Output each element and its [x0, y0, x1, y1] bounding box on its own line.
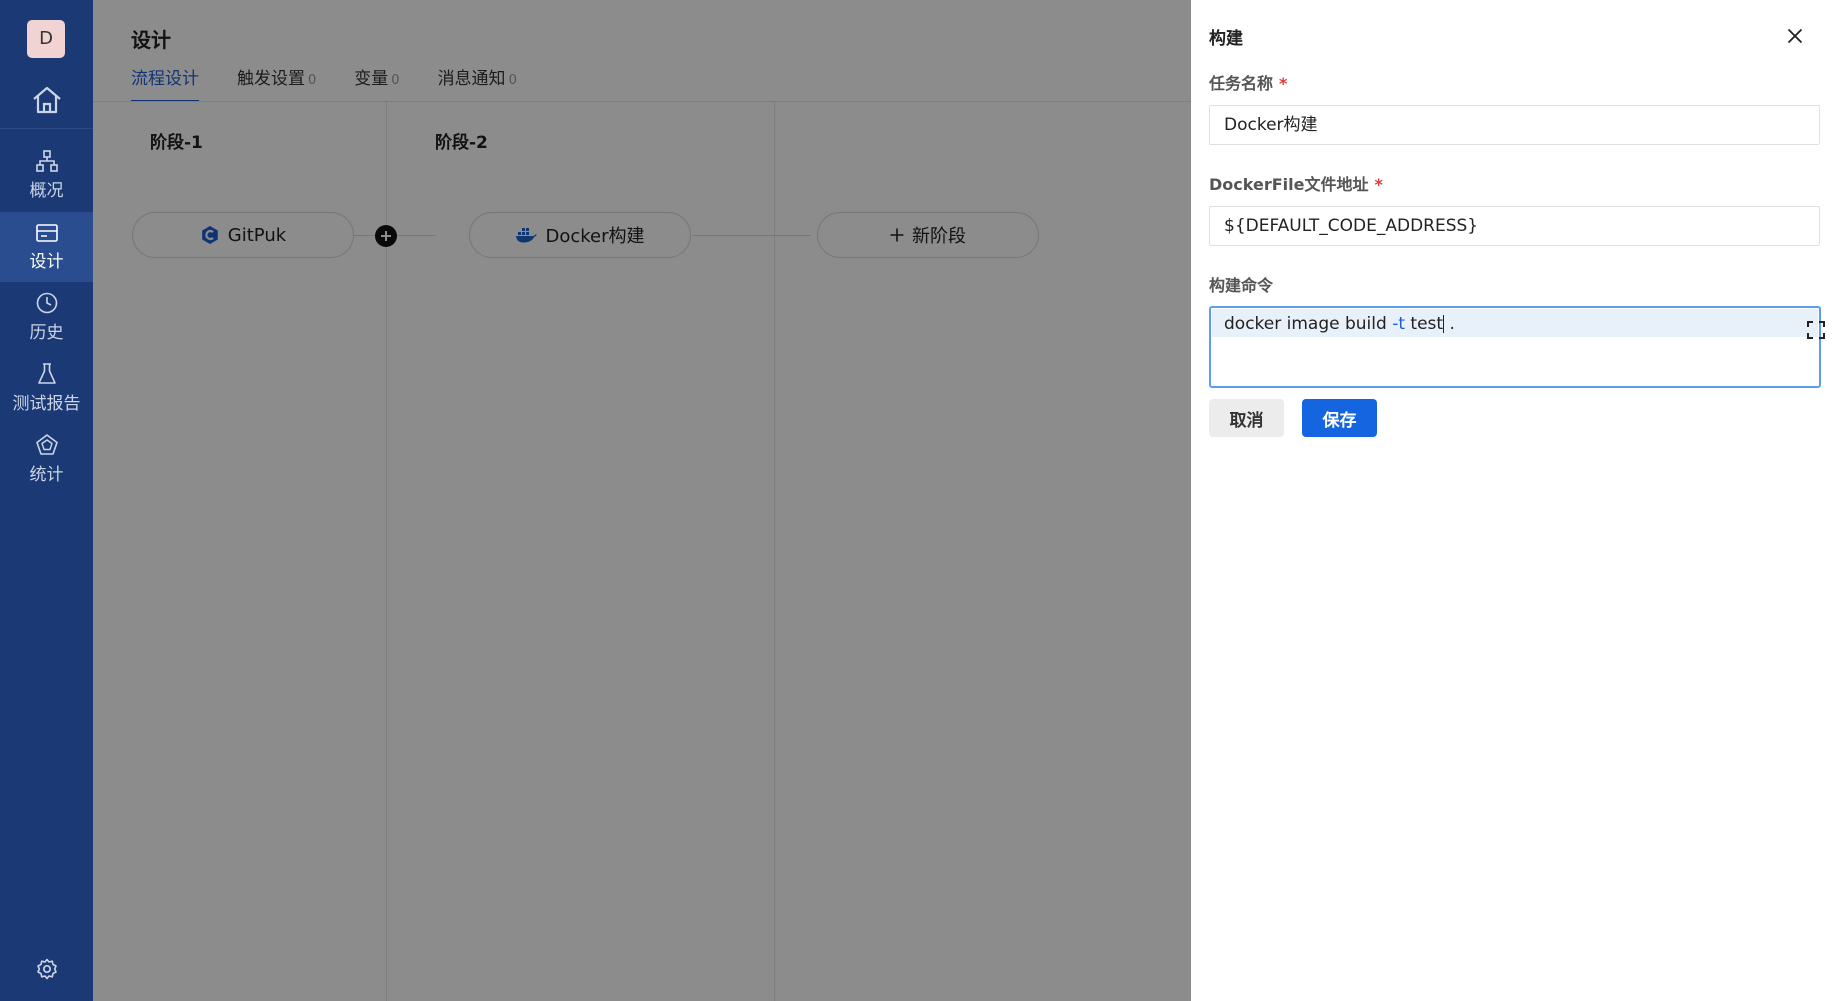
build-command-label: 构建命令 — [1209, 276, 1274, 295]
sidebar-item-label: 历史 — [29, 323, 64, 343]
home-icon — [32, 86, 61, 114]
sidebar-item-statistics[interactable]: 统计 — [0, 424, 93, 494]
required-mark: * — [1279, 74, 1288, 93]
task-config-drawer: 构建 任务名称 * Docker构建 DockerFile文件地址 * ${DEFA… — [1191, 0, 1839, 1001]
sidebar-item-test-report[interactable]: 测试报告 — [0, 353, 93, 423]
sidebar-item-history[interactable]: 历史 — [0, 282, 93, 352]
sidebar-item-overview[interactable]: 概况 — [0, 140, 93, 210]
code-line: docker image build -t test . — [1212, 309, 1818, 337]
sidebar-item-design[interactable]: 设计 — [0, 212, 93, 282]
sidebar-item-label: 测试报告 — [12, 394, 81, 414]
dockerfile-path-label: DockerFile文件地址 * — [1209, 175, 1383, 194]
close-icon — [1787, 28, 1803, 44]
layout-card-icon — [35, 224, 58, 242]
sidebar-item-label: 概况 — [29, 181, 64, 201]
sidebar-item-label: 设计 — [29, 252, 64, 272]
task-name-input[interactable]: Docker构建 — [1209, 105, 1820, 145]
pentagon-chart-icon — [35, 434, 58, 455]
sidebar-item-label: 统计 — [29, 465, 64, 485]
fullscreen-button[interactable] — [1806, 320, 1826, 340]
required-mark: * — [1374, 175, 1383, 194]
sidebar: D 概况 设计 历史 测试报告 统计 — [0, 0, 93, 1001]
close-button[interactable] — [1783, 24, 1807, 48]
settings-button[interactable] — [30, 952, 64, 986]
task-name-label: 任务名称 * — [1209, 74, 1288, 93]
home-button[interactable] — [0, 72, 93, 128]
flask-icon — [37, 363, 56, 384]
gear-icon — [37, 958, 57, 980]
fullscreen-icon — [1807, 321, 1825, 339]
save-button[interactable]: 保存 — [1302, 399, 1377, 437]
build-command-editor[interactable]: docker image build -t test . — [1209, 306, 1825, 388]
cancel-button[interactable]: 取消 — [1209, 399, 1284, 437]
drawer-title: 构建 — [1209, 29, 1243, 49]
avatar[interactable]: D — [27, 20, 65, 58]
dockerfile-path-input[interactable]: ${DEFAULT_CODE_ADDRESS} — [1209, 206, 1820, 246]
clock-icon — [36, 292, 57, 314]
sitemap-icon — [35, 150, 58, 172]
sidebar-divider — [0, 128, 93, 129]
modal-overlay[interactable] — [93, 0, 1191, 1001]
